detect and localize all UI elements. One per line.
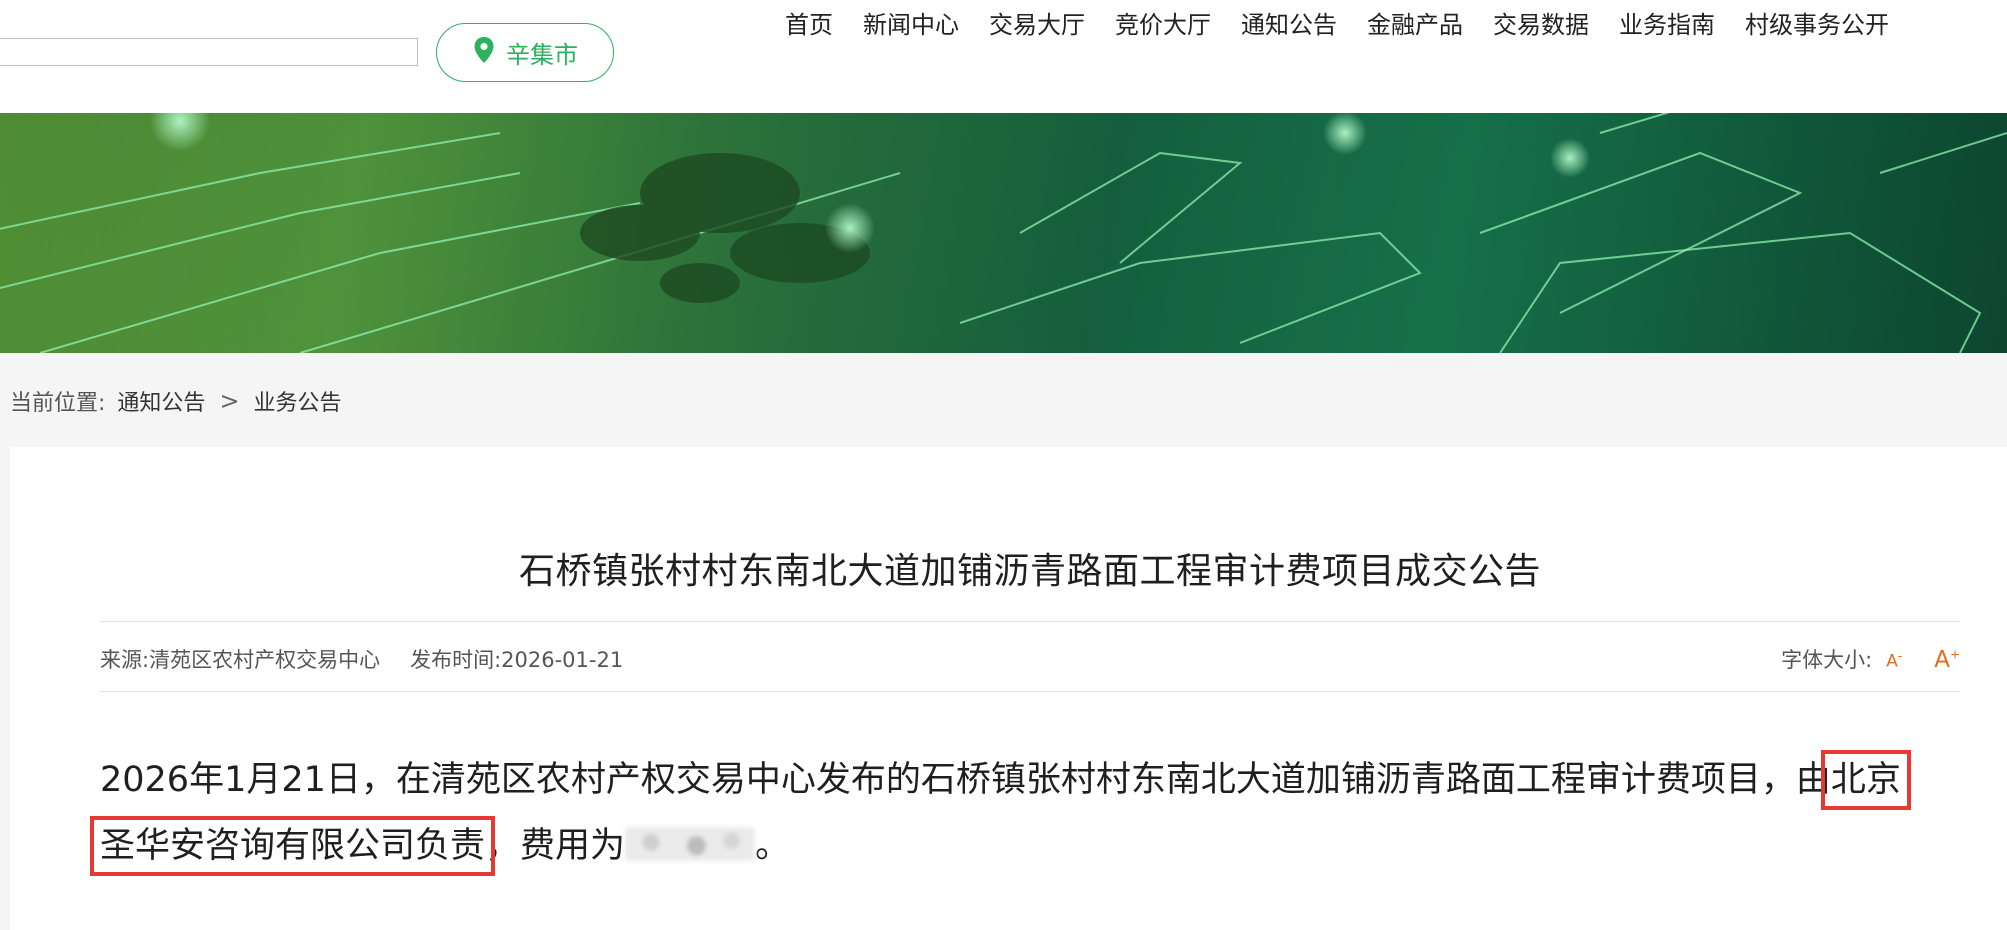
highlighted-company-b: 圣华安咨询有限公司负责: [89, 816, 496, 876]
city-label: 辛集市: [506, 41, 578, 69]
divider-top: [100, 621, 1960, 622]
article-publish-time: 发布时间:2026-01-21: [410, 648, 624, 672]
font-size-control: 字体大小: A- A+: [1781, 644, 1960, 674]
font-decrease-button[interactable]: A-: [1886, 649, 1902, 672]
city-select-button[interactable]: 辛集市: [436, 23, 614, 82]
nav-item-bidding-hall[interactable]: 竞价大厅: [1100, 8, 1226, 42]
chevron-right-icon: >: [219, 387, 240, 415]
search-input[interactable]: [0, 38, 418, 66]
body-text-part1: 2026年1月21日，在清苑区农村产权交易中心发布的石桥镇张村村东南北大道加铺沥…: [100, 760, 1831, 800]
body-text-part3: 。: [755, 826, 791, 866]
article-title: 石桥镇张村村东南北大道加铺沥青路面工程审计费项目成交公告: [518, 551, 1541, 592]
article-body: 2026年1月21日，在清苑区农村产权交易中心发布的石桥镇张村村东南北大道加铺沥…: [89, 747, 1980, 879]
font-increase-button[interactable]: A+: [1934, 647, 1960, 673]
nav-item-finance[interactable]: 金融产品: [1352, 8, 1478, 42]
breadcrumb-item-notices[interactable]: 通知公告: [117, 385, 205, 417]
article-source: 来源:清苑区农村产权交易中心: [100, 648, 381, 672]
breadcrumb-item-business-notices[interactable]: 业务公告: [254, 385, 342, 417]
redacted-amount: [625, 827, 756, 861]
body-text-part2: ，费用为: [485, 826, 626, 866]
nav-item-news[interactable]: 新闻中心: [848, 8, 974, 42]
highlighted-company-a: 北京: [1820, 750, 1911, 810]
site-header: 辛集市 首页 新闻中心 交易大厅 竞价大厅 通知公告 金融产品 交易数据 业务指…: [0, 0, 2007, 113]
nav-item-trading-hall[interactable]: 交易大厅: [974, 8, 1100, 42]
article-meta: 来源:清苑区农村产权交易中心 发布时间:2026-01-21: [100, 644, 623, 674]
nav-item-trade-data[interactable]: 交易数据: [1478, 8, 1604, 42]
divider-bottom: [100, 691, 1960, 692]
nav-item-guide[interactable]: 业务指南: [1604, 8, 1730, 42]
breadcrumb: 当前位置: 通知公告 > 业务公告: [10, 385, 342, 417]
breadcrumb-prefix: 当前位置:: [10, 391, 106, 416]
hero-banner-image: [0, 113, 2007, 353]
font-size-label: 字体大小:: [1781, 648, 1873, 672]
nav-item-home[interactable]: 首页: [770, 8, 848, 42]
nav-item-notices[interactable]: 通知公告: [1226, 8, 1352, 42]
main-nav: 首页 新闻中心 交易大厅 竞价大厅 通知公告 金融产品 交易数据 业务指南 村级…: [770, 8, 1904, 42]
location-pin-icon: [472, 36, 496, 70]
nav-item-village-affairs[interactable]: 村级事务公开: [1730, 8, 1904, 42]
article-panel: 石桥镇张村村东南北大道加铺沥青路面工程审计费项目成交公告 来源:清苑区农村产权交…: [10, 447, 2007, 930]
